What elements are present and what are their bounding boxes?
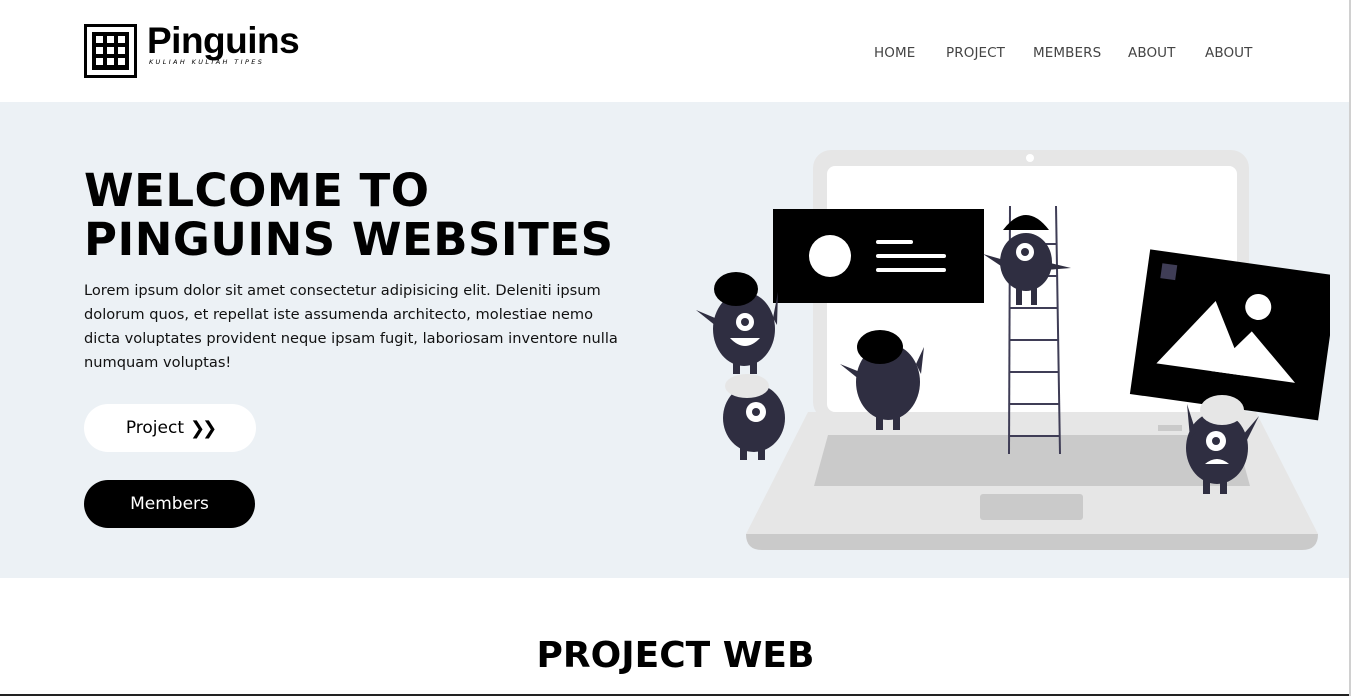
- brand-name: Pinguins: [147, 20, 300, 61]
- double-chevron-right-icon: ❯❯: [190, 417, 217, 439]
- hero-title-line-2: PINGUINS WEBSITES: [84, 213, 614, 266]
- character-left: [696, 272, 778, 374]
- project-button-label: Project: [125, 418, 184, 438]
- members-button[interactable]: Members: [84, 480, 255, 528]
- hero-title: WELCOME TO PINGUINS WEBSITES: [84, 166, 614, 264]
- laptop-camera: [1026, 154, 1034, 162]
- site-header: Pinguins KULIAH KULIAH TIPES HOME PROJEC…: [0, 0, 1351, 102]
- nav-about-2[interactable]: ABOUT: [1205, 45, 1253, 61]
- laptop-keyboard: [814, 435, 1250, 486]
- members-button-label: Members: [130, 494, 209, 514]
- section-title: PROJECT WEB: [536, 635, 815, 676]
- nav-home[interactable]: HOME: [874, 45, 915, 61]
- laptop-base-edge: [746, 534, 1318, 550]
- project-button[interactable]: Project ❯❯: [84, 404, 256, 452]
- brand-tagline: KULIAH KULIAH TIPES: [149, 58, 265, 66]
- nav-project[interactable]: PROJECT: [946, 45, 1005, 61]
- hero-illustration: [696, 150, 1330, 550]
- hero-title-line-1: WELCOME TO: [84, 164, 430, 217]
- brand-logo[interactable]: Pinguins KULIAH KULIAH TIPES: [84, 21, 300, 79]
- hero-section: WELCOME TO PINGUINS WEBSITES Lorem ipsum…: [0, 102, 1351, 578]
- character-left-bottom: [723, 374, 785, 460]
- image-card: [1129, 249, 1330, 421]
- hero-description: Lorem ipsum dolor sit amet consectetur a…: [84, 282, 618, 371]
- nav-members[interactable]: MEMBERS: [1033, 45, 1101, 61]
- laptop-touchpad: [980, 494, 1083, 520]
- grid-logo-icon: [84, 24, 137, 78]
- nav-about[interactable]: ABOUT: [1128, 45, 1176, 61]
